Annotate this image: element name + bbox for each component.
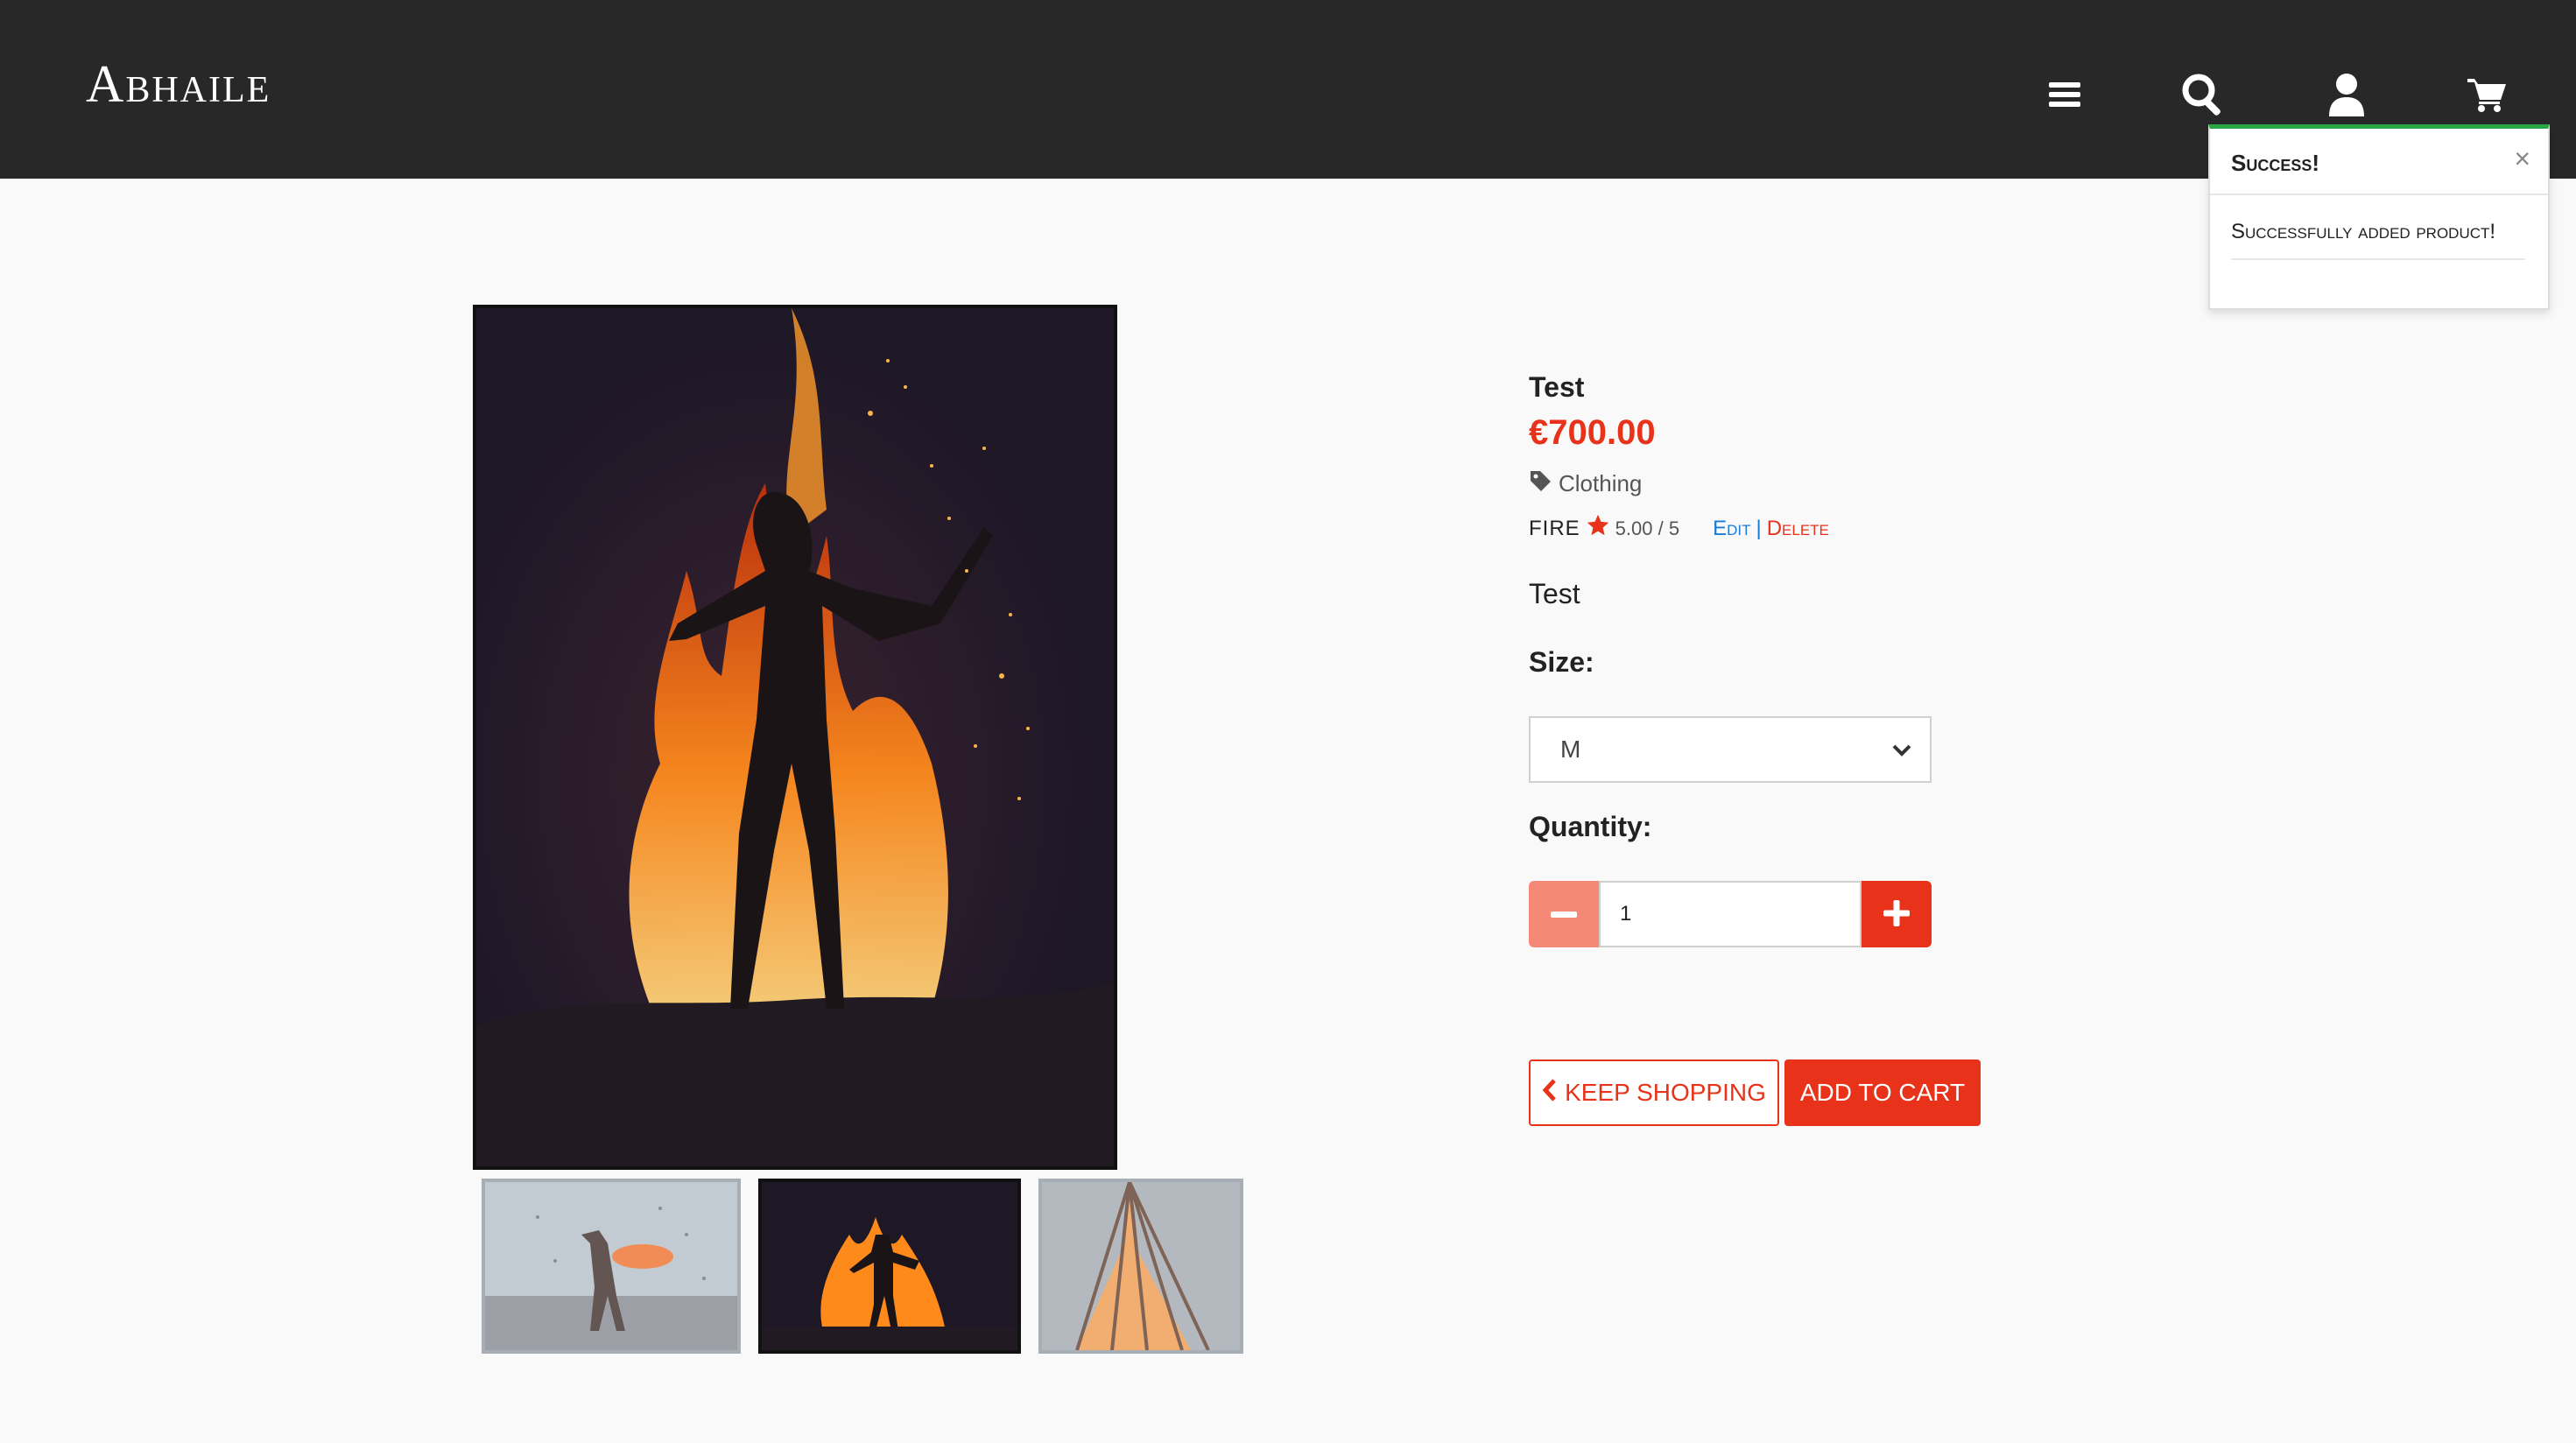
plus-icon — [1883, 899, 1910, 929]
product-brand: FIRE — [1529, 516, 1580, 540]
search-icon[interactable] — [2177, 68, 2229, 121]
decrement-quantity-button[interactable] — [1529, 881, 1599, 947]
keep-shopping-button[interactable]: KEEP SHOPPING — [1529, 1059, 1779, 1126]
product-category-link[interactable]: Clothing — [1529, 469, 1642, 498]
star-icon — [1586, 513, 1610, 544]
cart-icon[interactable] — [2460, 68, 2513, 121]
keep-shopping-label: KEEP SHOPPING — [1565, 1079, 1766, 1106]
delete-product-link[interactable]: Delete — [1767, 517, 1829, 541]
site-header: Abhaile — [0, 0, 2576, 179]
chevron-down-icon — [1891, 737, 1912, 770]
product-description: Test — [1529, 578, 1580, 609]
product-category-label: Clothing — [1559, 470, 1643, 496]
link-separator: | — [1756, 516, 1762, 540]
user-icon[interactable] — [2320, 68, 2373, 121]
minus-icon — [1551, 908, 1577, 921]
size-select[interactable]: M — [1529, 716, 1932, 783]
toast-close-button[interactable]: × — [2514, 144, 2530, 172]
size-label: Size: — [1529, 646, 1594, 678]
product-name: Test — [1529, 371, 1585, 403]
product-meta: FIRE 5.00 / 5 Edit | Delete — [1529, 513, 1829, 544]
success-toast: Success! × Successfully added product! — [2208, 124, 2550, 310]
quantity-label: Quantity: — [1529, 811, 1652, 842]
product-thumbnail[interactable] — [1038, 1179, 1243, 1354]
product-rating: 5.00 / 5 — [1615, 517, 1680, 539]
toast-title: Success! — [2231, 150, 2320, 176]
product-main-image[interactable] — [473, 305, 1117, 1170]
brand-logo[interactable]: Abhaile — [86, 54, 271, 115]
product-thumbnail[interactable] — [482, 1179, 741, 1354]
product-price: €700.00 — [1529, 413, 1656, 452]
tag-icon — [1529, 469, 1552, 498]
menu-icon[interactable] — [2038, 68, 2091, 121]
edit-product-link[interactable]: Edit — [1713, 517, 1750, 541]
add-to-cart-button[interactable]: ADD TO CART — [1784, 1059, 1981, 1126]
toast-message: Successfully added product! — [2231, 220, 2525, 260]
chevron-left-icon — [1542, 1078, 1558, 1109]
product-thumbnail[interactable] — [758, 1179, 1021, 1354]
add-to-cart-label: ADD TO CART — [1799, 1079, 1966, 1106]
size-selected-value: M — [1560, 736, 1581, 763]
quantity-input[interactable] — [1599, 881, 1862, 947]
toast-header: Success! × — [2210, 129, 2548, 195]
increment-quantity-button[interactable] — [1862, 881, 1932, 947]
